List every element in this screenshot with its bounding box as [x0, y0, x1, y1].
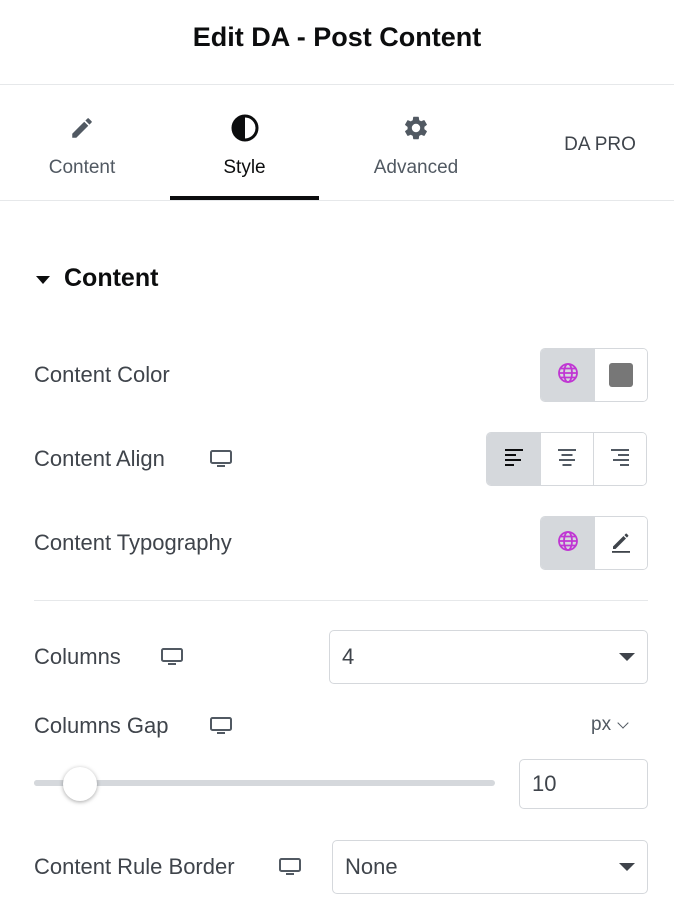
desktop-icon[interactable]: [278, 857, 302, 877]
columns-gap-input[interactable]: 10: [519, 759, 648, 809]
columns-label: Columns: [34, 644, 121, 669]
color-picker-button[interactable]: [594, 349, 647, 401]
align-left-button[interactable]: [487, 433, 540, 485]
chevron-down-icon: [617, 716, 629, 729]
edit-typography-button[interactable]: [594, 517, 647, 569]
tab-content[interactable]: Content: [7, 86, 157, 200]
content-align-control: [486, 432, 647, 486]
align-left-icon: [503, 447, 525, 472]
desktop-icon[interactable]: [160, 647, 184, 667]
panel-title: Edit DA - Post Content: [192, 21, 482, 52]
content-rule-border-select[interactable]: None: [332, 840, 648, 894]
pencil-icon: [67, 113, 97, 143]
align-right-button[interactable]: [593, 433, 646, 485]
tab-da-pro-label: DA PRO: [564, 134, 636, 155]
align-center-icon: [556, 447, 578, 472]
content-rule-border-value: None: [345, 854, 398, 879]
columns-gap-slider-handle[interactable]: [63, 767, 98, 801]
desktop-icon[interactable]: [209, 716, 233, 736]
content-rule-border-label: Content Rule Border: [34, 854, 235, 879]
content-color-label: Content Color: [34, 362, 170, 387]
unit-selector[interactable]: px: [591, 714, 629, 736]
columns-gap-value: 10: [532, 771, 557, 796]
caret-down-icon: [36, 275, 50, 284]
content-typography-label: Content Typography: [34, 530, 232, 555]
section-title: Content: [64, 264, 159, 292]
section-toggle-content[interactable]: Content: [36, 264, 158, 293]
align-right-icon: [609, 447, 631, 472]
columns-select[interactable]: 4: [329, 630, 648, 684]
content-align-label: Content Align: [34, 446, 165, 471]
tab-da-pro[interactable]: DA PRO: [525, 86, 674, 200]
tab-advanced[interactable]: Advanced: [341, 86, 491, 200]
align-center-button[interactable]: [540, 433, 593, 485]
content-typography-control: [540, 516, 648, 570]
gear-icon: [401, 113, 431, 143]
tab-bar: Content Style Advanced DA PRO: [0, 86, 674, 201]
tab-content-label: Content: [48, 157, 116, 178]
section-divider: [34, 600, 648, 601]
global-colors-button[interactable]: [541, 349, 594, 401]
columns-gap-label: Columns Gap: [34, 713, 169, 738]
contrast-icon: [230, 113, 260, 143]
content-color-control: [540, 348, 648, 402]
columns-gap-slider-track[interactable]: [34, 780, 495, 786]
globe-icon: [556, 361, 580, 390]
panel-header: Edit DA - Post Content: [0, 0, 674, 85]
pencil-icon: [608, 528, 634, 559]
desktop-icon[interactable]: [209, 449, 233, 469]
dropdown-arrow-icon: [619, 863, 635, 871]
color-swatch: [609, 363, 633, 387]
tab-advanced-label: Advanced: [373, 157, 459, 178]
global-typography-button[interactable]: [541, 517, 594, 569]
columns-value: 4: [342, 644, 355, 669]
dropdown-arrow-icon: [619, 653, 635, 661]
globe-icon: [556, 529, 580, 558]
unit-value: px: [591, 714, 612, 735]
tab-style[interactable]: Style: [170, 86, 319, 200]
tab-style-label: Style: [223, 157, 266, 178]
